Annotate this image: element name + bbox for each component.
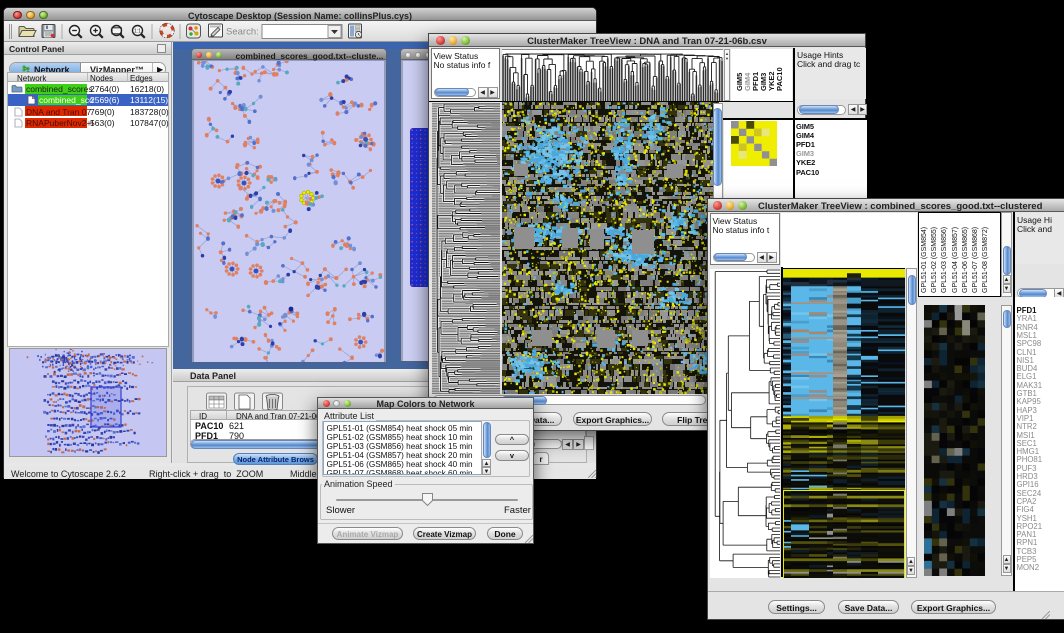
svg-text:Search:: Search: [226,27,259,38]
svg-text:1:1: 1:1 [134,29,141,35]
